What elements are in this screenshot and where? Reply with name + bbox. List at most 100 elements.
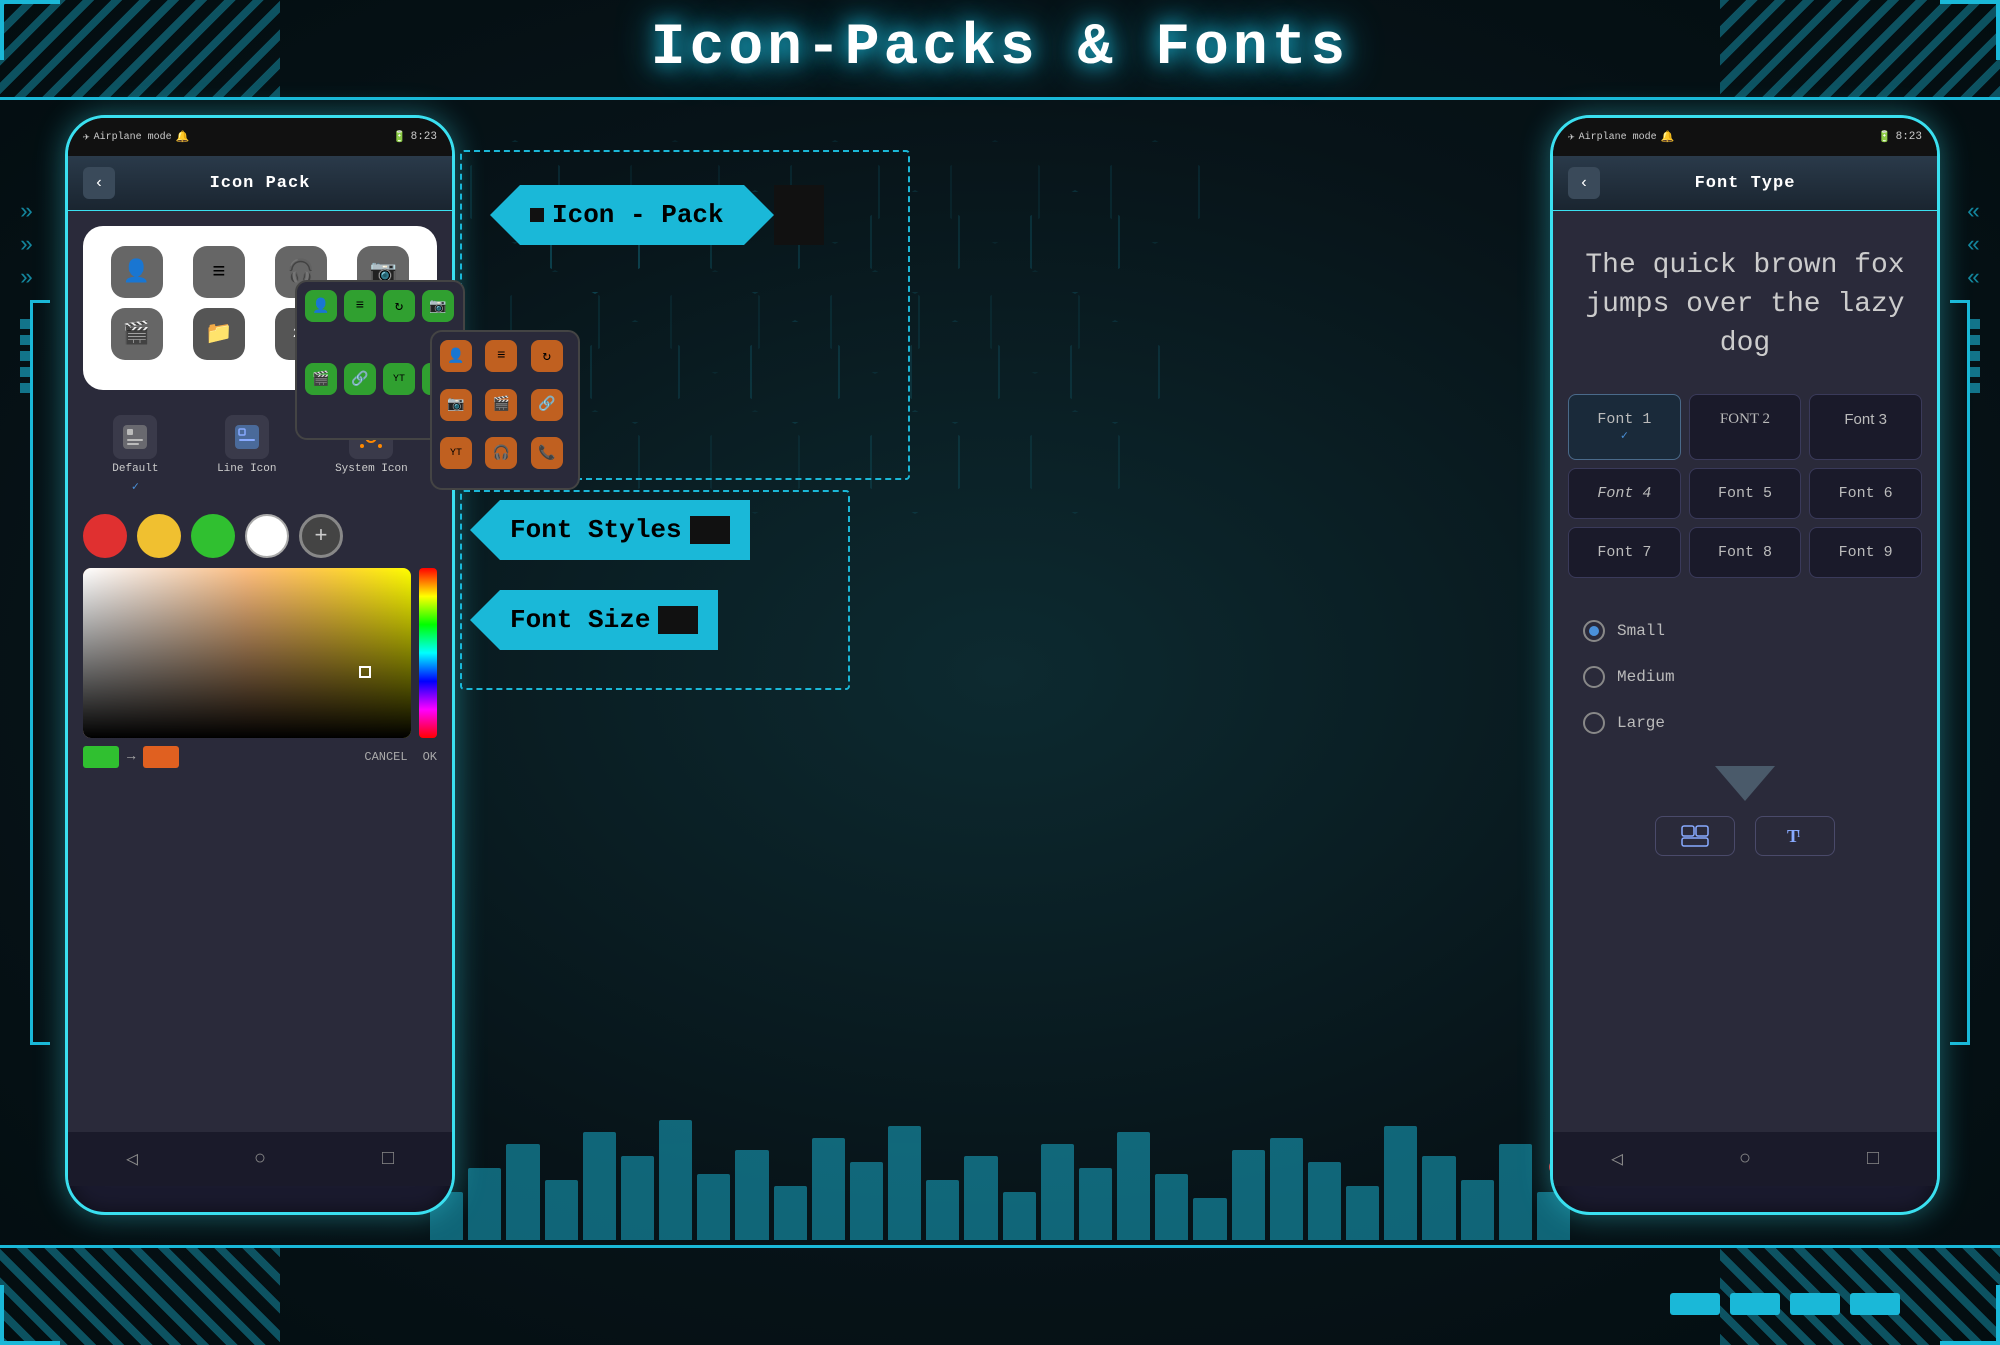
size-medium-radio[interactable] — [1583, 666, 1605, 688]
mini-link-icon: 🔗 — [344, 363, 376, 395]
mini-o-vid: 🎬 — [485, 389, 517, 421]
add-color-button[interactable]: + — [299, 514, 343, 558]
right-nav-home-icon[interactable]: ○ — [1739, 1148, 1751, 1171]
yellow-swatch[interactable] — [137, 514, 181, 558]
font-btn-5[interactable]: Font 5 — [1689, 468, 1802, 519]
icon-pack-toggle-icon — [1681, 825, 1709, 847]
font-btn-8[interactable]: Font 8 — [1689, 527, 1802, 578]
icon-pack-banner-label: Icon - Pack — [552, 200, 724, 230]
left-back-button[interactable]: ‹ — [83, 167, 115, 199]
triangle-icon — [1715, 766, 1775, 801]
eq-bar-6 — [621, 1156, 654, 1240]
nav-back-icon[interactable]: ◁ — [126, 1146, 138, 1172]
font-btn-6[interactable]: Font 6 — [1809, 468, 1922, 519]
line-icon-type-item[interactable]: Line Icon — [217, 415, 276, 494]
size-medium-label: Medium — [1617, 668, 1675, 686]
icon-item-messages[interactable]: ≡ — [185, 246, 252, 298]
chevron-icon-r3: « — [1967, 266, 1980, 291]
right-phone-time: 8:23 — [1896, 131, 1922, 143]
icon-pack-banner: Icon - Pack — [490, 185, 824, 245]
eq-bar-17 — [1041, 1144, 1074, 1240]
eq-bar-21 — [1193, 1198, 1226, 1240]
right-bracket-deco — [1950, 300, 1970, 1045]
default-type-item[interactable]: Default ✓ — [112, 415, 158, 494]
red-swatch[interactable] — [83, 514, 127, 558]
mini-person-icon: 👤 — [305, 290, 337, 322]
contacts-icon: 👤 — [111, 246, 163, 298]
eq-bar-23 — [1270, 1138, 1303, 1240]
svg-text:I: I — [1797, 829, 1800, 840]
color-picker-main[interactable] — [83, 568, 411, 738]
font-btn-9[interactable]: Font 9 — [1809, 527, 1922, 578]
right-phone-status-bar: ✈ Airplane mode 🔔 🔋 8:23 — [1553, 118, 1937, 156]
nav-recents-icon[interactable]: □ — [382, 1148, 394, 1171]
eq-bar-3 — [506, 1144, 539, 1240]
line-icon-label: Line Icon — [217, 463, 276, 475]
default-type-icon — [121, 423, 149, 451]
font-size-banner-label: Font Size — [510, 605, 650, 635]
mini-refresh-icon: ↻ — [383, 290, 415, 322]
icon-item-files[interactable]: 📁 — [185, 308, 252, 360]
right-nav-recents-icon[interactable]: □ — [1867, 1148, 1879, 1171]
status-right-info: 🔋 8:23 — [393, 130, 437, 144]
size-small-item[interactable]: Small — [1583, 608, 1907, 654]
mini-cam-icon: 📷 — [422, 290, 454, 322]
airplane-icon: ✈ — [83, 130, 90, 144]
status-left-text: Airplane mode — [94, 132, 172, 143]
font-type-icon: T I — [1784, 825, 1806, 847]
size-small-radio[interactable] — [1583, 620, 1605, 642]
ok-button[interactable]: OK — [423, 750, 437, 764]
dot-4 — [20, 367, 30, 377]
font-btn-7[interactable]: Font 7 — [1568, 527, 1681, 578]
right-decorations: « « « — [1967, 200, 1980, 393]
eq-bar-24 — [1308, 1162, 1341, 1240]
hex-7 — [950, 140, 1040, 244]
right-back-button[interactable]: ‹ — [1568, 167, 1600, 199]
notification-icon: 🔔 — [176, 130, 190, 144]
font-btn-2[interactable]: FONT 2 — [1689, 394, 1802, 460]
font-btn-1[interactable]: Font 1✓ — [1568, 394, 1681, 460]
cancel-button[interactable]: CANCEL — [364, 750, 407, 764]
font-btn-4[interactable]: Font 4 — [1568, 468, 1681, 519]
to-color-swatch — [143, 746, 179, 768]
hex-9 — [1110, 140, 1200, 244]
icon-item-video[interactable]: 🎬 — [103, 308, 170, 360]
eq-bar-10 — [774, 1186, 807, 1240]
size-medium-item[interactable]: Medium — [1583, 654, 1907, 700]
left-bracket-deco — [30, 300, 50, 1045]
font-styles-left-notch — [470, 500, 500, 560]
font-type-button[interactable]: T I — [1755, 816, 1835, 856]
indicator-2 — [1730, 1293, 1780, 1315]
right-nav-back-icon[interactable]: ◁ — [1611, 1146, 1623, 1172]
right-battery-icon: 🔋 — [1878, 130, 1892, 144]
eq-bar-22 — [1232, 1150, 1265, 1240]
system-icon-label: System Icon — [335, 463, 408, 475]
size-large-radio[interactable] — [1583, 712, 1605, 734]
eq-bar-11 — [812, 1138, 845, 1240]
nav-home-icon[interactable]: ○ — [254, 1148, 266, 1171]
font-size-left-notch — [470, 590, 500, 650]
line-type-icon — [233, 423, 261, 451]
eq-bar-9 — [735, 1150, 768, 1240]
right-phone-frame: ✈ Airplane mode 🔔 🔋 8:23 ‹ Font Type The… — [1550, 115, 1940, 1215]
icon-pack-toggle-button[interactable] — [1655, 816, 1735, 856]
left-phone-header: ‹ Icon Pack — [68, 156, 452, 211]
icon-item-contacts[interactable]: 👤 — [103, 246, 170, 298]
default-checkmark: ✓ — [132, 479, 139, 494]
green-swatch[interactable] — [191, 514, 235, 558]
eq-bar-7 — [659, 1120, 692, 1240]
top-border: Icon-Packs & Fonts — [0, 0, 2000, 100]
default-label: Default — [112, 463, 158, 475]
right-status-right: 🔋 8:23 — [1878, 130, 1922, 144]
size-large-item[interactable]: Large — [1583, 700, 1907, 746]
hex-15 — [910, 320, 1000, 424]
eq-bar-25 — [1346, 1186, 1379, 1240]
chevron-icon-1: » — [20, 200, 33, 225]
dot-r5 — [1970, 383, 1980, 393]
hue-slider[interactable] — [419, 568, 437, 738]
white-swatch[interactable] — [245, 514, 289, 558]
color-picker-container: → CANCEL OK — [83, 568, 437, 768]
size-small-radio-fill — [1589, 626, 1599, 636]
chevron-icon-r1: « — [1967, 200, 1980, 225]
font-btn-3[interactable]: Font 3 — [1809, 394, 1922, 460]
